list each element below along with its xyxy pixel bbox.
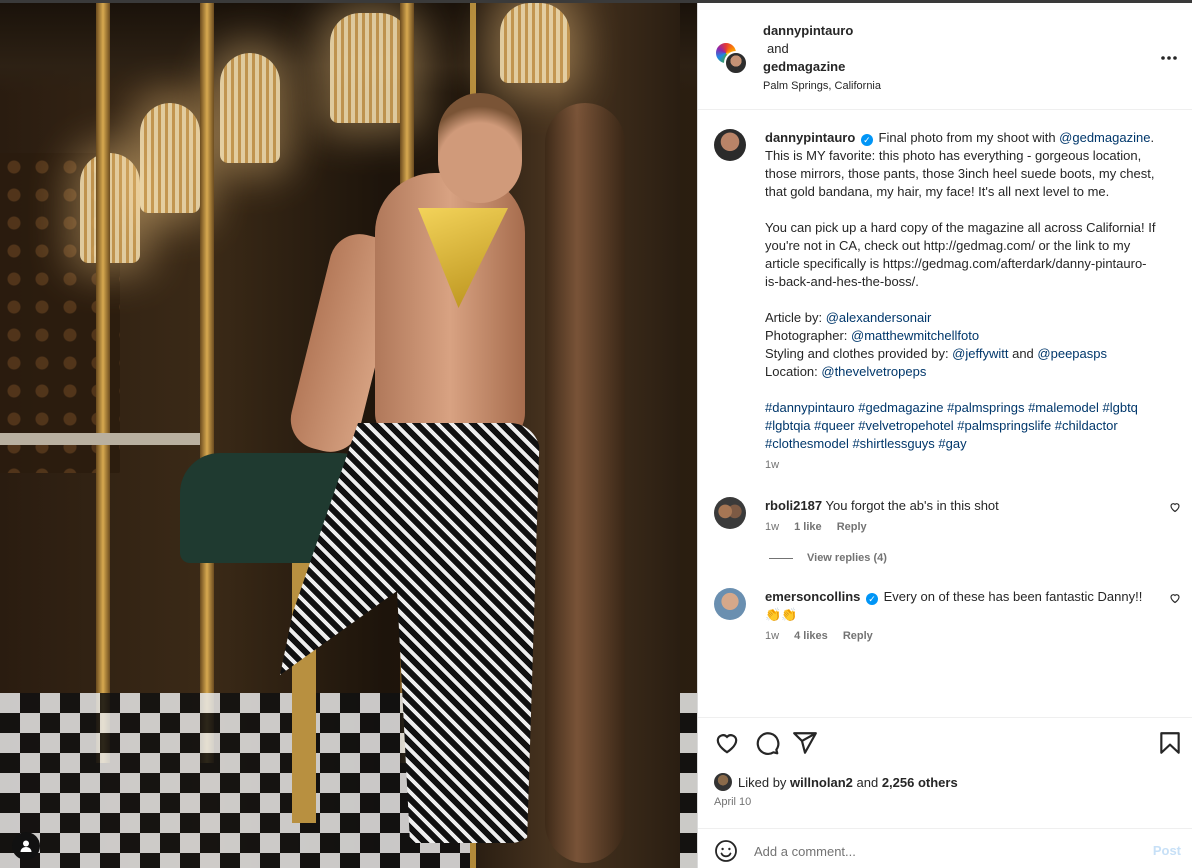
post-date[interactable]: April 10 — [714, 796, 751, 808]
article-label: Article by: — [765, 310, 826, 325]
avatar[interactable] — [714, 588, 746, 620]
caption-time[interactable]: 1w — [765, 459, 779, 471]
photo-chandelier-reflection — [500, 3, 570, 83]
comment-like-icon[interactable] — [1169, 592, 1181, 604]
comment-text: emersoncollins ✓ Every on of these has b… — [765, 588, 1159, 624]
likes-text[interactable]: Liked by willnolan2 and 2,256 others — [738, 775, 958, 790]
comment-body: You forgot the ab's in this shot — [825, 498, 999, 513]
mention-link[interactable]: @peepasps — [1037, 346, 1107, 361]
comments-section[interactable]: dannypintauro ✓ Final photo from my shoo… — [698, 110, 1192, 718]
photo-person-head — [438, 93, 522, 203]
photo-reflection — [545, 103, 625, 863]
reply-button[interactable]: Reply — [837, 521, 867, 533]
post-actions: Liked by willnolan2 and 2,256 others Apr… — [698, 718, 1192, 828]
comment-meta: 1w 4 likes Reply — [765, 630, 1159, 642]
caption-meta: 1w — [765, 459, 1159, 471]
likes-user[interactable]: willnolan2 — [790, 775, 853, 790]
comment-meta: 1w 1 like Reply — [765, 521, 1159, 533]
location-label: Location: — [765, 364, 822, 379]
comment-likes[interactable]: 4 likes — [794, 630, 828, 642]
header-location[interactable]: Palm Springs, California — [763, 77, 881, 95]
styling-and: and — [1008, 346, 1038, 361]
avatar[interactable] — [714, 773, 732, 791]
view-replies-label[interactable]: View replies (4) — [807, 552, 887, 564]
post-photo[interactable] — [0, 3, 697, 868]
mention-link[interactable]: @thevelvetropeps — [821, 364, 926, 379]
likes-summary: Liked by willnolan2 and 2,256 others — [714, 773, 958, 791]
photo-counter — [0, 433, 200, 445]
header-username-2[interactable]: gedmagazine — [763, 58, 881, 76]
save-bookmark-icon[interactable] — [1157, 730, 1183, 756]
comment-username[interactable]: emersoncollins — [765, 589, 860, 604]
comment: rboli2187 You forgot the ab's in this sh… — [698, 497, 1192, 533]
reply-button[interactable]: Reply — [843, 630, 873, 642]
comment-time[interactable]: 1w — [765, 521, 779, 533]
comment-text: rboli2187 You forgot the ab's in this sh… — [765, 497, 1159, 515]
collab-names: dannypintauro and gedmagazine Palm Sprin… — [763, 22, 881, 95]
photo-chandelier — [140, 103, 200, 213]
header-and: and — [767, 41, 789, 56]
replies-divider — [769, 557, 793, 559]
avatar[interactable] — [714, 497, 746, 529]
photo-chandelier — [80, 153, 140, 263]
post-header: dannypintauro and gedmagazine Palm Sprin… — [698, 3, 1192, 110]
comment-like-icon[interactable] — [1169, 501, 1181, 513]
styling-label: Styling and clothes provided by: — [765, 346, 953, 361]
avatar[interactable] — [724, 51, 748, 75]
comment: emersoncollins ✓ Every on of these has b… — [698, 588, 1192, 642]
caption-text: dannypintauro ✓ Final photo from my shoo… — [765, 129, 1159, 453]
action-icons — [714, 730, 1183, 756]
comment-time[interactable]: 1w — [765, 630, 779, 642]
verified-badge-icon: ✓ — [860, 134, 873, 146]
share-icon[interactable] — [792, 730, 818, 756]
post-modal: dannypintauro and gedmagazine Palm Sprin… — [0, 0, 1192, 868]
comment-input[interactable] — [754, 839, 1134, 863]
verified-badge-icon: ✓ — [866, 593, 878, 605]
likes-mid: and — [852, 774, 882, 790]
likes-prefix: Liked by — [738, 774, 791, 790]
photo-chandelier — [330, 13, 410, 123]
add-comment-bar: Post — [698, 828, 1192, 868]
comment-icon[interactable] — [754, 730, 780, 756]
mention-link[interactable]: @gedmagazine — [1059, 130, 1150, 145]
caption-paragraph-2: You can pick up a hard copy of the magaz… — [765, 220, 1156, 289]
comment-username[interactable]: rboli2187 — [765, 498, 822, 513]
tagged-users-icon[interactable] — [12, 832, 40, 860]
more-options-icon[interactable] — [1160, 45, 1178, 66]
comment-likes[interactable]: 1 like — [794, 521, 822, 533]
photo-chandelier — [220, 53, 280, 163]
likes-count[interactable]: 2,256 others — [882, 775, 958, 790]
photo-pillar — [200, 3, 214, 763]
hashtags[interactable]: #dannypintauro #gedmagazine #palmsprings… — [765, 400, 1138, 451]
photographer-label: Photographer: — [765, 328, 852, 343]
caption: dannypintauro ✓ Final photo from my shoo… — [698, 129, 1192, 471]
photo-pillar — [96, 3, 110, 763]
collab-avatars[interactable] — [714, 41, 750, 75]
emoji-icon[interactable] — [714, 839, 738, 863]
mention-link[interactable]: @matthewmitchellfoto — [851, 328, 979, 343]
post-comment-button[interactable]: Post — [1153, 843, 1181, 858]
mention-link[interactable]: @alexandersonair — [826, 310, 932, 325]
view-replies-button[interactable]: View replies (4) — [698, 552, 1192, 564]
mention-link[interactable]: @jeffywitt — [952, 346, 1008, 361]
header-username-1[interactable]: dannypintauro — [763, 22, 881, 40]
like-heart-icon[interactable] — [714, 730, 740, 756]
post-side-panel: dannypintauro and gedmagazine Palm Sprin… — [697, 3, 1192, 868]
caption-text-1: Final photo from my shoot with — [878, 130, 1060, 145]
avatar[interactable] — [714, 129, 746, 161]
caption-username[interactable]: dannypintauro — [765, 130, 855, 145]
